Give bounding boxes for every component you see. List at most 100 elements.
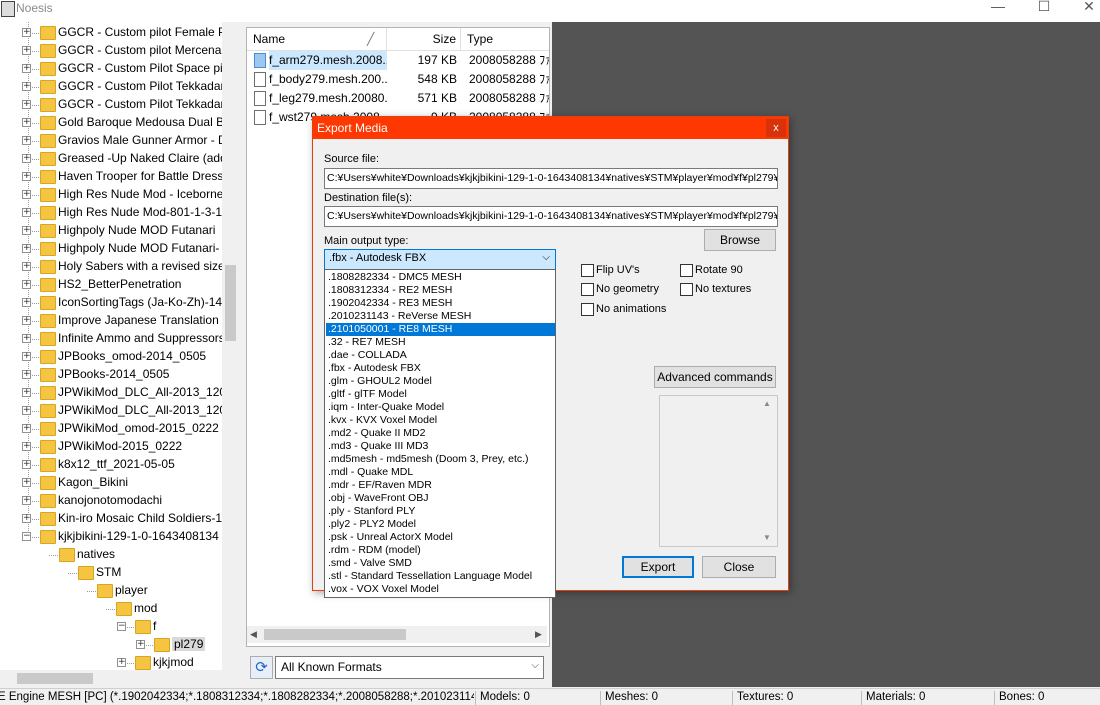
close-button[interactable]: Close: [702, 556, 776, 578]
tree-item[interactable]: + HS2_BetterPenetration: [0, 276, 238, 294]
tree-item[interactable]: + IconSortingTags (Ja-Ko-Zh)-14: [0, 294, 238, 312]
tree-item[interactable]: + GGCR - Custom Pilot Tekkadan: [0, 96, 238, 114]
dialog-close-button[interactable]: x: [766, 119, 786, 137]
expand-toggle-icon[interactable]: +: [22, 208, 31, 217]
tree-item[interactable]: −mod: [0, 600, 238, 618]
expand-toggle-icon[interactable]: +: [22, 154, 31, 163]
scroll-up-arrow-icon[interactable]: ▲: [763, 399, 771, 408]
output-type-option[interactable]: .fbx - Autodesk FBX: [326, 362, 555, 375]
tree-item[interactable]: + High Res Nude Mod - Iceborne: [0, 186, 238, 204]
output-type-option[interactable]: .2010231143 - ReVerse MESH: [326, 310, 555, 323]
tree-item[interactable]: −natives: [0, 546, 238, 564]
expand-toggle-icon[interactable]: −: [22, 532, 31, 541]
column-header-name[interactable]: Name ╱: [247, 28, 387, 51]
tree-item[interactable]: + GGCR - Custom Pilot Tekkadan: [0, 78, 238, 96]
expand-toggle-icon[interactable]: +: [22, 388, 31, 397]
output-type-option[interactable]: .md3 - Quake III MD3: [326, 440, 555, 453]
tree-item[interactable]: −player: [0, 582, 238, 600]
log-vertical-scrollbar[interactable]: [759, 396, 775, 544]
tree-item[interactable]: + Infinite Ammo and Suppressors: [0, 330, 238, 348]
tree-item[interactable]: + Holy Sabers with a revised size: [0, 258, 238, 276]
format-filter-select[interactable]: All Known Formats ⌵: [275, 656, 544, 679]
expand-toggle-icon[interactable]: +: [22, 190, 31, 199]
tree-item[interactable]: + Highpoly Nude MOD Futanari: [0, 222, 238, 240]
advanced-commands-button[interactable]: Advanced commands: [654, 366, 776, 388]
expand-toggle-icon[interactable]: +: [22, 244, 31, 253]
no-geometry-checkbox[interactable]: [581, 283, 594, 296]
scroll-left-arrow-icon[interactable]: ◀: [250, 629, 257, 640]
output-type-option[interactable]: .2101050001 - RE8 MESH: [326, 323, 555, 336]
tree-item[interactable]: + GGCR - Custom pilot Female Pr: [0, 24, 238, 42]
expand-toggle-icon[interactable]: +: [22, 64, 31, 73]
tree-item[interactable]: + Kin-iro Mosaic Child Soldiers-1: [0, 510, 238, 528]
tree-item[interactable]: + JPWikiMod_DLC_All-2013_1201: [0, 402, 238, 420]
expand-toggle-icon[interactable]: +: [22, 442, 31, 451]
expand-toggle-icon[interactable]: +: [22, 118, 31, 127]
expand-toggle-icon[interactable]: −: [117, 622, 126, 631]
file-row[interactable]: f_arm279.mesh.2008... 197 KB 2008058288 ﾌｧ: [247, 51, 549, 70]
tree-item[interactable]: + GGCR - Custom pilot Mercenary: [0, 42, 238, 60]
output-type-option[interactable]: .1808312334 - RE2 MESH: [326, 284, 555, 297]
minimize-button[interactable]: —: [975, 0, 1021, 14]
output-type-option[interactable]: .rdm - RDM (model): [326, 544, 555, 557]
expand-toggle-icon[interactable]: +: [22, 424, 31, 433]
destination-file-field[interactable]: C:¥Users¥white¥Downloads¥kjkjbikini-129-…: [324, 206, 778, 227]
scroll-down-arrow-icon[interactable]: ▼: [763, 533, 771, 542]
browse-button[interactable]: Browse: [704, 229, 776, 251]
pane-splitter[interactable]: [238, 22, 245, 687]
expand-toggle-icon[interactable]: +: [22, 352, 31, 361]
output-type-option[interactable]: .iqm - Inter-Quake Model: [326, 401, 555, 414]
output-type-option[interactable]: .gltf - glTF Model: [326, 388, 555, 401]
output-type-option[interactable]: .kvx - KVX Voxel Model: [326, 414, 555, 427]
expand-toggle-icon[interactable]: +: [22, 28, 31, 37]
expand-toggle-icon[interactable]: +: [22, 46, 31, 55]
output-type-option[interactable]: .1902042334 - RE3 MESH: [326, 297, 555, 310]
output-type-option[interactable]: .md2 - Quake II MD2: [326, 427, 555, 440]
no-textures-checkbox[interactable]: [680, 283, 693, 296]
expand-toggle-icon[interactable]: +: [22, 298, 31, 307]
expand-toggle-icon[interactable]: +: [22, 280, 31, 289]
output-type-option[interactable]: .ply2 - PLY2 Model: [326, 518, 555, 531]
output-type-option[interactable]: .vox - VOX Voxel Model: [326, 583, 555, 596]
tree-item[interactable]: + JPBooks-2014_0505: [0, 366, 238, 384]
tree-item[interactable]: + JPWikiMod_omod-2015_0222: [0, 420, 238, 438]
folder-tree[interactable]: + GGCR - Custom pilot Female Pr + GGCR - Cu…: [0, 22, 238, 687]
expand-toggle-icon[interactable]: +: [22, 460, 31, 469]
tree-item[interactable]: −STM: [0, 564, 238, 582]
tree-item[interactable]: + Gold Baroque Medousa Dual Bl: [0, 114, 238, 132]
tree-item[interactable]: + Greased -Up Naked Claire (add: [0, 150, 238, 168]
tree-item[interactable]: + Improve Japanese Translation S: [0, 312, 238, 330]
expand-toggle-icon[interactable]: +: [136, 640, 145, 649]
file-row[interactable]: f_leg279.mesh.20080... 571 KB 2008058288 ﾌ…: [247, 89, 549, 108]
file-row[interactable]: f_body279.mesh.200... 548 KB 2008058288 ﾌｧ: [247, 70, 549, 89]
column-header-type[interactable]: Type: [461, 28, 549, 51]
output-type-option[interactable]: .glm - GHOUL2 Model: [326, 375, 555, 388]
maximize-button[interactable]: ☐: [1021, 0, 1067, 14]
output-type-option[interactable]: .dae - COLLADA: [326, 349, 555, 362]
refresh-button[interactable]: ⟳: [250, 656, 273, 679]
no-animations-checkbox[interactable]: [581, 303, 594, 316]
tree-item[interactable]: + Gravios Male Gunner Armor - D: [0, 132, 238, 150]
tree-item[interactable]: + JPWikiMod_DLC_All-2013_1201: [0, 384, 238, 402]
scroll-right-arrow-icon[interactable]: ▶: [535, 629, 542, 640]
window-close-button[interactable]: ✕: [1066, 0, 1100, 14]
tree-item[interactable]: + GGCR - Custom Pilot Space pira: [0, 60, 238, 78]
tree-item[interactable]: + JPBooks_omod-2014_0505: [0, 348, 238, 366]
flip-uvs-checkbox[interactable]: [581, 264, 594, 277]
expand-toggle-icon[interactable]: +: [22, 226, 31, 235]
expand-toggle-icon[interactable]: +: [22, 82, 31, 91]
output-type-select[interactable]: .fbx - Autodesk FBX ⌵: [324, 249, 556, 270]
tree-item[interactable]: − f: [0, 618, 238, 636]
tree-item[interactable]: + JPWikiMod-2015_0222: [0, 438, 238, 456]
expand-toggle-icon[interactable]: +: [22, 136, 31, 145]
expand-toggle-icon[interactable]: +: [117, 658, 126, 667]
tree-vertical-scroll-thumb[interactable]: [225, 265, 236, 341]
export-button[interactable]: Export: [622, 556, 694, 578]
output-type-option[interactable]: .mdl - Quake MDL: [326, 466, 555, 479]
tree-item[interactable]: + kanojonotomodachi: [0, 492, 238, 510]
source-file-field[interactable]: C:¥Users¥white¥Downloads¥kjkjbikini-129-…: [324, 168, 778, 189]
file-list-horizontal-scroll-thumb[interactable]: [264, 629, 406, 640]
tree-vertical-scrollbar[interactable]: [222, 22, 238, 670]
tree-item[interactable]: + High Res Nude Mod-801-1-3-1: [0, 204, 238, 222]
output-type-option[interactable]: .obj - WaveFront OBJ: [326, 492, 555, 505]
